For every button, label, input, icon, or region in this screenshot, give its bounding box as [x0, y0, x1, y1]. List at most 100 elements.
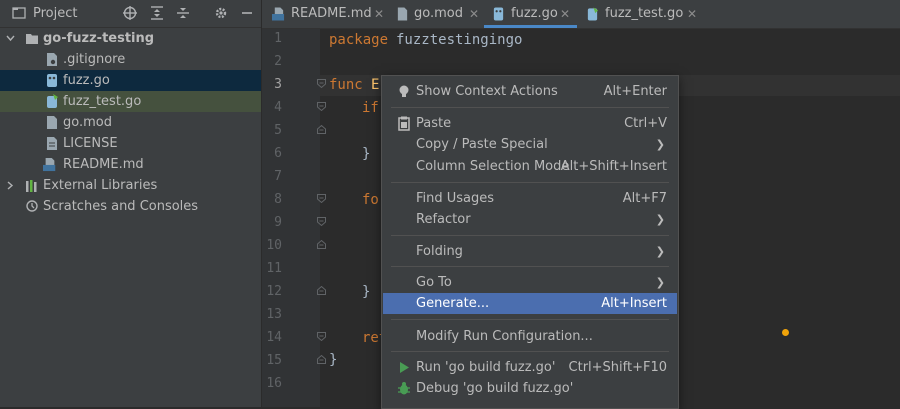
- file-icon: [397, 7, 408, 21]
- tree-item-fuzz-go[interactable]: fuzz.go: [0, 70, 261, 91]
- tree-item-go-mod[interactable]: go.mod: [0, 112, 261, 133]
- line-number: 6: [274, 146, 282, 161]
- close-icon[interactable]: ✕: [374, 0, 384, 28]
- go-file-icon: [47, 74, 57, 87]
- line-number: 10: [266, 238, 282, 253]
- menu-separator: [391, 351, 669, 352]
- line-number: 3: [274, 77, 282, 92]
- line-number: 4: [274, 100, 282, 115]
- menu-item-label: Debug 'go build fuzz.go': [416, 381, 574, 396]
- gear-icon[interactable]: [212, 4, 230, 22]
- tab-label: fuzz.go: [511, 6, 558, 21]
- go-test-file-icon: [47, 94, 58, 108]
- tab-label: fuzz_test.go: [605, 6, 684, 21]
- fold-marker-icon[interactable]: [317, 332, 326, 341]
- tree-item-external-libraries[interactable]: External Libraries: [0, 175, 261, 196]
- gitignore-file-icon: [47, 53, 57, 66]
- locate-file-icon[interactable]: [121, 4, 139, 22]
- tree-item-fuzz-test-go[interactable]: fuzz_test.go: [0, 91, 261, 112]
- fold-marker-icon[interactable]: [317, 194, 326, 203]
- menu-item-column-selection-mode[interactable]: Column Selection Mode Alt+Shift+Insert: [383, 156, 677, 177]
- menu-item-debug[interactable]: Debug 'go build fuzz.go': [383, 378, 677, 399]
- chevron-down-icon[interactable]: [6, 35, 15, 42]
- fold-marker-icon[interactable]: [317, 217, 326, 226]
- menu-item-paste[interactable]: Paste Ctrl+V: [383, 113, 677, 134]
- scratches-icon: [26, 200, 38, 212]
- menu-separator: [391, 182, 669, 183]
- project-folder-icon: [12, 7, 26, 19]
- tree-item-label: fuzz.go: [63, 73, 110, 88]
- line-number: 9: [274, 215, 282, 230]
- warning-marker[interactable]: [782, 329, 789, 336]
- tab-readme[interactable]: README.md ✕: [270, 0, 388, 28]
- chevron-right-icon: ❯: [655, 138, 665, 151]
- folder-icon: [26, 34, 38, 44]
- close-icon[interactable]: ✕: [469, 0, 479, 28]
- close-icon[interactable]: ✕: [687, 0, 697, 28]
- tree-item-gitignore[interactable]: .gitignore: [0, 49, 261, 70]
- menu-item-label: Column Selection Mode: [416, 159, 570, 174]
- project-panel-title[interactable]: Project: [33, 6, 77, 21]
- menu-item-find-usages[interactable]: Find Usages Alt+F7: [383, 188, 677, 209]
- project-panel-header: Project: [0, 0, 261, 28]
- line-number: 8: [274, 192, 282, 207]
- line-number: 1: [274, 31, 282, 46]
- line-number: 12: [266, 284, 282, 299]
- menu-item-copy-paste-special[interactable]: Copy / Paste Special ❯: [383, 134, 677, 155]
- tree-item-scratches[interactable]: Scratches and Consoles: [0, 196, 261, 217]
- fold-marker-icon[interactable]: [317, 286, 326, 295]
- tree-item-label: README.md: [63, 157, 144, 172]
- line-number: 13: [266, 307, 282, 322]
- tree-item-label: go-fuzz-testing: [43, 31, 155, 46]
- tab-fuzz-go[interactable]: fuzz.go ✕: [484, 0, 577, 28]
- menu-item-run[interactable]: Run 'go build fuzz.go' Ctrl+Shift+F10: [383, 357, 677, 378]
- hide-icon[interactable]: [238, 4, 256, 22]
- debug-icon: [398, 382, 410, 395]
- tab-label: README.md: [291, 6, 372, 21]
- text-file-icon: [47, 137, 57, 150]
- close-icon[interactable]: ✕: [560, 0, 570, 28]
- editor-tab-bar: README.md ✕ go.mod ✕ fuzz.go ✕ fuzz_test…: [262, 0, 900, 29]
- project-tool-window: Project go-fuzz-testing .gitignore fuzz.…: [0, 0, 262, 407]
- chevron-right-icon[interactable]: [7, 181, 14, 190]
- collapse-all-icon[interactable]: [174, 4, 192, 22]
- menu-item-go-to[interactable]: Go To ❯: [383, 272, 677, 293]
- code-text: E: [371, 77, 380, 93]
- line-number: 14: [266, 330, 282, 345]
- go-test-file-icon: [587, 7, 599, 21]
- menu-item-refactor[interactable]: Refactor ❯: [383, 209, 677, 230]
- menu-item-label: Go To: [416, 275, 452, 290]
- markdown-file-icon: [272, 7, 285, 21]
- tab-go-mod[interactable]: go.mod ✕: [394, 0, 486, 28]
- menu-item-generate[interactable]: Generate... Alt+Insert: [383, 293, 677, 314]
- line-number: 2: [274, 54, 282, 69]
- expand-all-icon[interactable]: [148, 4, 166, 22]
- fold-marker-icon[interactable]: [317, 79, 326, 88]
- tree-item-license[interactable]: LICENSE: [0, 133, 261, 154]
- line-number: 5: [274, 123, 282, 138]
- tree-item-label: .gitignore: [63, 52, 126, 67]
- tab-fuzz-test-go[interactable]: fuzz_test.go ✕: [584, 0, 700, 28]
- tree-item-label: LICENSE: [63, 136, 118, 151]
- tree-item-readme[interactable]: README.md: [0, 154, 261, 175]
- clipboard-icon: [398, 116, 410, 131]
- tab-label: go.mod: [414, 6, 463, 21]
- menu-item-label: Find Usages: [416, 191, 495, 206]
- menu-item-label: Show Context Actions: [416, 84, 558, 99]
- code-text: }: [362, 146, 371, 162]
- chevron-right-icon: ❯: [655, 276, 665, 289]
- menu-item-show-context-actions[interactable]: Show Context Actions Alt+Enter: [383, 81, 677, 102]
- fold-marker-icon[interactable]: [317, 102, 326, 111]
- fold-marker-icon[interactable]: [317, 125, 326, 134]
- menu-item-shortcut: Alt+Shift+Insert: [560, 159, 667, 174]
- tree-item-label: Scratches and Consoles: [43, 199, 199, 214]
- context-menu: Show Context Actions Alt+Enter Paste Ctr…: [381, 75, 679, 409]
- fold-marker-icon[interactable]: [317, 240, 326, 249]
- menu-item-modify-run-configuration[interactable]: Modify Run Configuration...: [383, 326, 677, 347]
- line-number: 15: [266, 353, 282, 368]
- tree-root-folder[interactable]: go-fuzz-testing: [0, 28, 261, 49]
- package-name: fuzztestingingo: [396, 32, 523, 48]
- menu-item-folding[interactable]: Folding ❯: [383, 241, 677, 262]
- line-number: 7: [274, 169, 282, 184]
- fold-marker-icon[interactable]: [317, 355, 326, 364]
